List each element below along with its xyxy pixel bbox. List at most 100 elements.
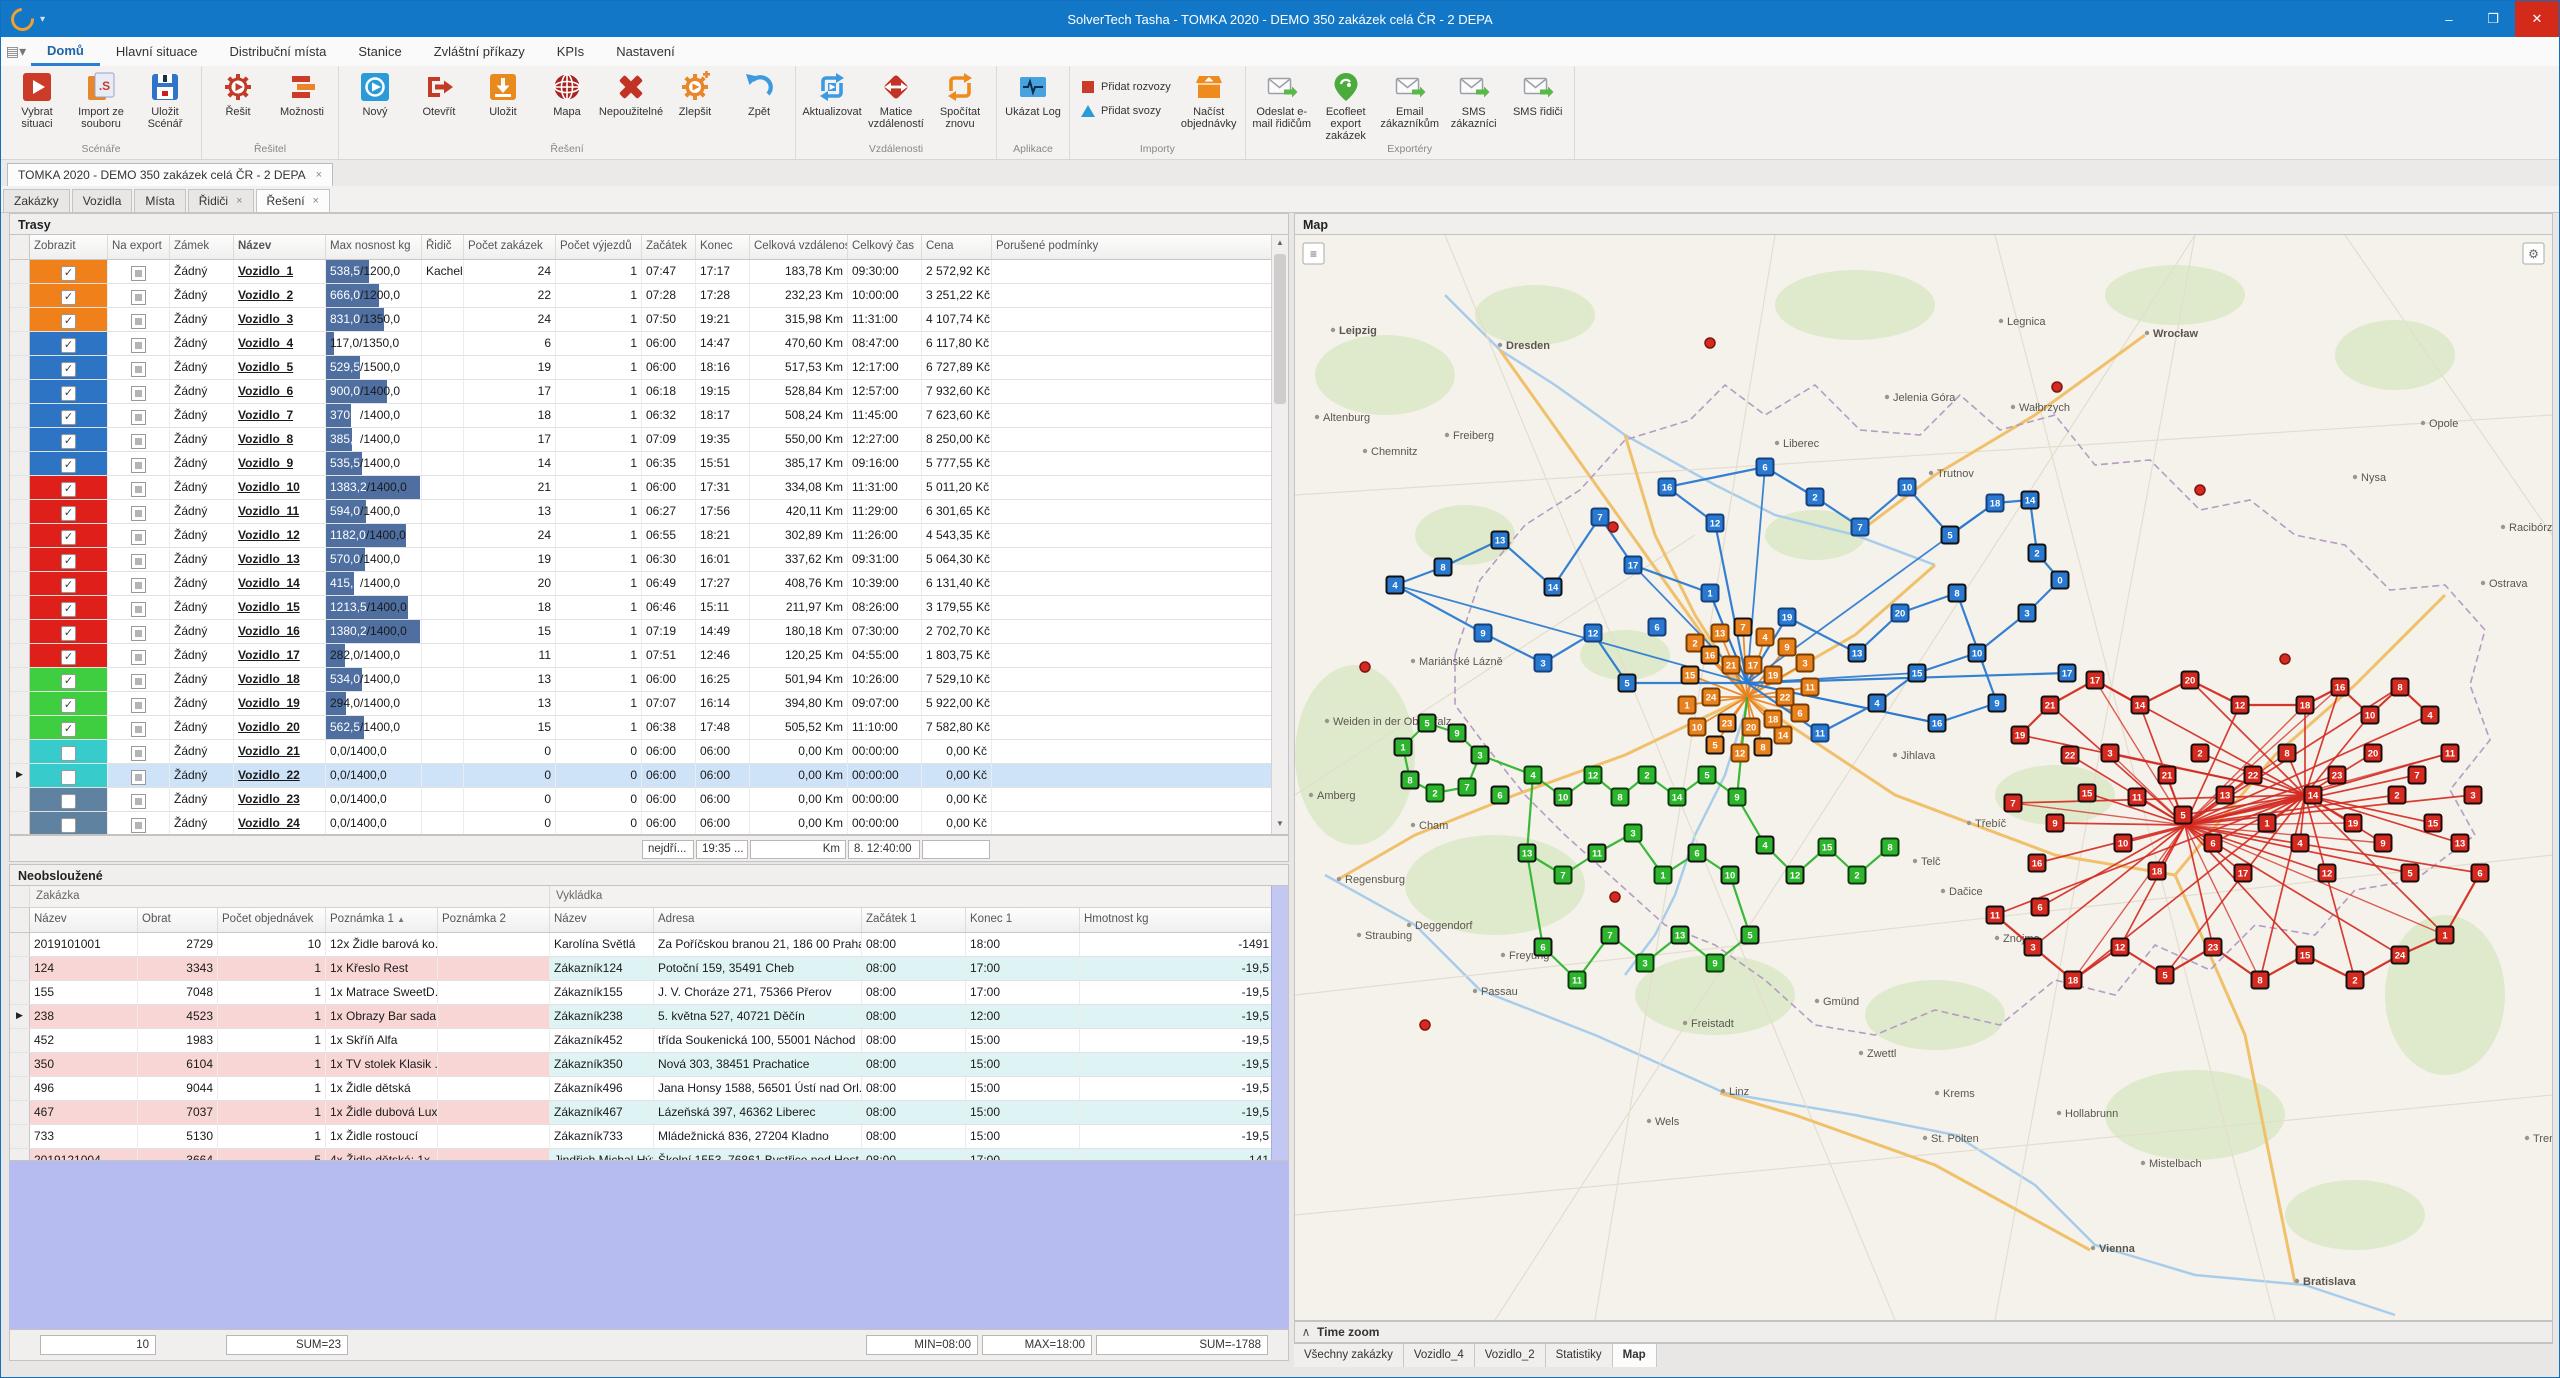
map-marker-green-7[interactable]: 7: [1459, 779, 1476, 796]
tab-m-sta[interactable]: Místa: [134, 189, 185, 212]
map-marker-blue-10[interactable]: 10: [1899, 479, 1916, 496]
map-marker-red-22[interactable]: 22: [2062, 747, 2079, 764]
map-marker-red-17[interactable]: 17: [2087, 672, 2104, 689]
map-marker-red-2[interactable]: 2: [2192, 745, 2209, 762]
map-marker-red-12[interactable]: 12: [2319, 865, 2336, 882]
map-marker-red-18[interactable]: 18: [2297, 697, 2314, 714]
vehicle-link[interactable]: Vozidlo 8: [238, 432, 293, 446]
map-marker-blue-8[interactable]: 8: [1435, 559, 1452, 576]
trasy-row-vozidlo-11[interactable]: ✓ŽádnýVozidlo 11594,0/1400,013106:2717:5…: [10, 500, 1288, 524]
map-marker-blue-19[interactable]: 19: [1779, 609, 1796, 626]
trasy-row-vozidlo-10[interactable]: ✓ŽádnýVozidlo 101383,2/1400,021106:0017:…: [10, 476, 1288, 500]
trasy-row-vozidlo-12[interactable]: ✓ŽádnýVozidlo 121182,0/1400,024106:5518:…: [10, 524, 1288, 548]
map-marker-green-2[interactable]: 2: [1639, 767, 1656, 784]
map-marker-green-11[interactable]: 11: [1589, 845, 1606, 862]
map-marker-blue-15[interactable]: 15: [1909, 665, 1926, 682]
neob-row-2019101001[interactable]: 201910100127291012x Židle barová ko...Ka…: [10, 933, 1288, 957]
close-button[interactable]: ✕: [2515, 1, 2559, 37]
scroll-down-icon[interactable]: ▼: [1272, 815, 1288, 834]
map-marker-blue-3[interactable]: 3: [1535, 655, 1552, 672]
map-marker-red-9[interactable]: 9: [2375, 835, 2392, 852]
depot-dot[interactable]: [1360, 662, 1370, 672]
ribbon-button-zp-t[interactable]: Zpět: [727, 69, 791, 118]
ribbon-tab-stanice[interactable]: Stanice: [342, 39, 417, 64]
map-marker-blue-4[interactable]: 4: [1869, 695, 1886, 712]
export-checkbox[interactable]: [131, 362, 146, 377]
map-marker-red-22[interactable]: 22: [2245, 767, 2262, 784]
show-checkbox[interactable]: ✓: [61, 362, 76, 377]
export-checkbox[interactable]: [131, 290, 146, 305]
map-marker-red-2[interactable]: 2: [2347, 972, 2364, 989]
trasy-col-na-export[interactable]: Na export: [108, 235, 170, 259]
trasy-row-vozidlo-7[interactable]: ✓ŽádnýVozidlo 7370,5/1400,018106:3218:17…: [10, 404, 1288, 428]
ribbon-button-p-idat-svozy[interactable]: Přidat svozy: [1074, 99, 1177, 123]
show-checkbox[interactable]: [61, 746, 76, 761]
map-marker-red-1[interactable]: 1: [2437, 927, 2454, 944]
tab-close-icon[interactable]: ×: [313, 195, 319, 207]
document-tab-close-icon[interactable]: ×: [316, 169, 322, 181]
map-tab-map[interactable]: Map: [1613, 1344, 1657, 1367]
map-marker-green-3[interactable]: 3: [1637, 955, 1654, 972]
trasy-col-za-tek[interactable]: Začátek: [642, 235, 696, 259]
trasy-row-vozidlo-9[interactable]: ✓ŽádnýVozidlo 9535,5/1400,014106:3515:51…: [10, 452, 1288, 476]
export-checkbox[interactable]: [131, 818, 146, 833]
ribbon-button-nov[interactable]: Nový: [343, 69, 407, 118]
depot-dot[interactable]: [1608, 522, 1618, 532]
map-marker-red-11[interactable]: 11: [2442, 745, 2459, 762]
show-checkbox[interactable]: ✓: [61, 386, 76, 401]
map-marker-blue-20[interactable]: 20: [1892, 605, 1909, 622]
map-marker-blue-14[interactable]: 14: [2022, 492, 2039, 509]
map-marker-red-13[interactable]: 13: [2452, 835, 2469, 852]
neob-col-adresa-adresa[interactable]: Adresa: [654, 908, 862, 932]
show-checkbox[interactable]: ✓: [61, 698, 76, 713]
show-checkbox[interactable]: ✓: [61, 314, 76, 329]
export-checkbox[interactable]: [131, 770, 146, 785]
export-checkbox[interactable]: [131, 530, 146, 545]
neob-scrollbar[interactable]: [1271, 886, 1288, 1160]
map-marker-green-11[interactable]: 11: [1569, 972, 1586, 989]
map-marker-red-4[interactable]: 4: [2292, 835, 2309, 852]
vehicle-link[interactable]: Vozidlo 3: [238, 312, 293, 326]
map-marker-red-10[interactable]: 10: [2362, 707, 2379, 724]
show-checkbox[interactable]: ✓: [61, 482, 76, 497]
neob-col-hmotnost-kg-hmotnost[interactable]: Hmotnost kg: [1080, 908, 1274, 932]
ribbon-button-ecofleet-export-zak-zek[interactable]: Ecofleet export zakázek: [1314, 69, 1378, 142]
trasy-row-vozidlo-16[interactable]: ✓ŽádnýVozidlo 161380,2/1400,015107:1914:…: [10, 620, 1288, 644]
vehicle-link[interactable]: Vozidlo 18: [238, 672, 300, 686]
map-marker-red-24[interactable]: 24: [2392, 947, 2409, 964]
map-marker-blue-6[interactable]: 6: [1757, 459, 1774, 476]
trasy-row-vozidlo-4[interactable]: ✓ŽádnýVozidlo 4117,0/1350,06106:0014:474…: [10, 332, 1288, 356]
scroll-up-icon[interactable]: ▲: [1272, 235, 1288, 253]
map-marker-orange-24[interactable]: 24: [1703, 689, 1720, 706]
show-checkbox[interactable]: ✓: [61, 602, 76, 617]
map-marker-orange-15[interactable]: 15: [1682, 667, 1699, 684]
export-checkbox[interactable]: [131, 746, 146, 761]
map-marker-blue-9[interactable]: 9: [1475, 625, 1492, 642]
map-marker-orange-22[interactable]: 22: [1777, 689, 1794, 706]
map-marker-red-7[interactable]: 7: [2409, 767, 2426, 784]
map-marker-orange-17[interactable]: 17: [1745, 657, 1762, 674]
tab-vozidla[interactable]: Vozidla: [72, 189, 133, 212]
map-marker-green-5[interactable]: 5: [1699, 767, 1716, 784]
vehicle-link[interactable]: Vozidlo 6: [238, 384, 293, 398]
trasy-row-vozidlo-19[interactable]: ✓ŽádnýVozidlo 19294,0/1400,013107:0716:1…: [10, 692, 1288, 716]
map-marker-red-18[interactable]: 18: [2065, 972, 2082, 989]
vehicle-link[interactable]: Vozidlo 24: [238, 816, 300, 830]
ribbon-button-vybrat-situaci[interactable]: Vybrat situaci: [5, 69, 69, 130]
map-marker-green-13[interactable]: 13: [1519, 845, 1536, 862]
map-marker-green-8[interactable]: 8: [1612, 789, 1629, 806]
show-checkbox[interactable]: ✓: [61, 458, 76, 473]
tab-e-en[interactable]: Řešení×: [256, 189, 330, 212]
map-marker-red-16[interactable]: 16: [2332, 679, 2349, 696]
map-marker-blue-17[interactable]: 17: [2059, 665, 2076, 682]
neob-row-124[interactable]: 124334311x Křeslo RestZákazník124Potoční…: [10, 957, 1288, 981]
map-marker-red-12[interactable]: 12: [2232, 697, 2249, 714]
vehicle-link[interactable]: Vozidlo 1: [238, 264, 293, 278]
export-checkbox[interactable]: [131, 626, 146, 641]
map-marker-red-3[interactable]: 3: [2025, 939, 2042, 956]
map-tab-v-echny-zak-zky[interactable]: Všechny zakázky: [1294, 1344, 1404, 1367]
map-marker-blue-9[interactable]: 9: [1989, 695, 2006, 712]
map-marker-green-2[interactable]: 2: [1849, 867, 1866, 884]
show-checkbox[interactable]: ✓: [61, 506, 76, 521]
neob-row-350[interactable]: 350610411x TV stolek Klasik ...Zákazník3…: [10, 1053, 1288, 1077]
